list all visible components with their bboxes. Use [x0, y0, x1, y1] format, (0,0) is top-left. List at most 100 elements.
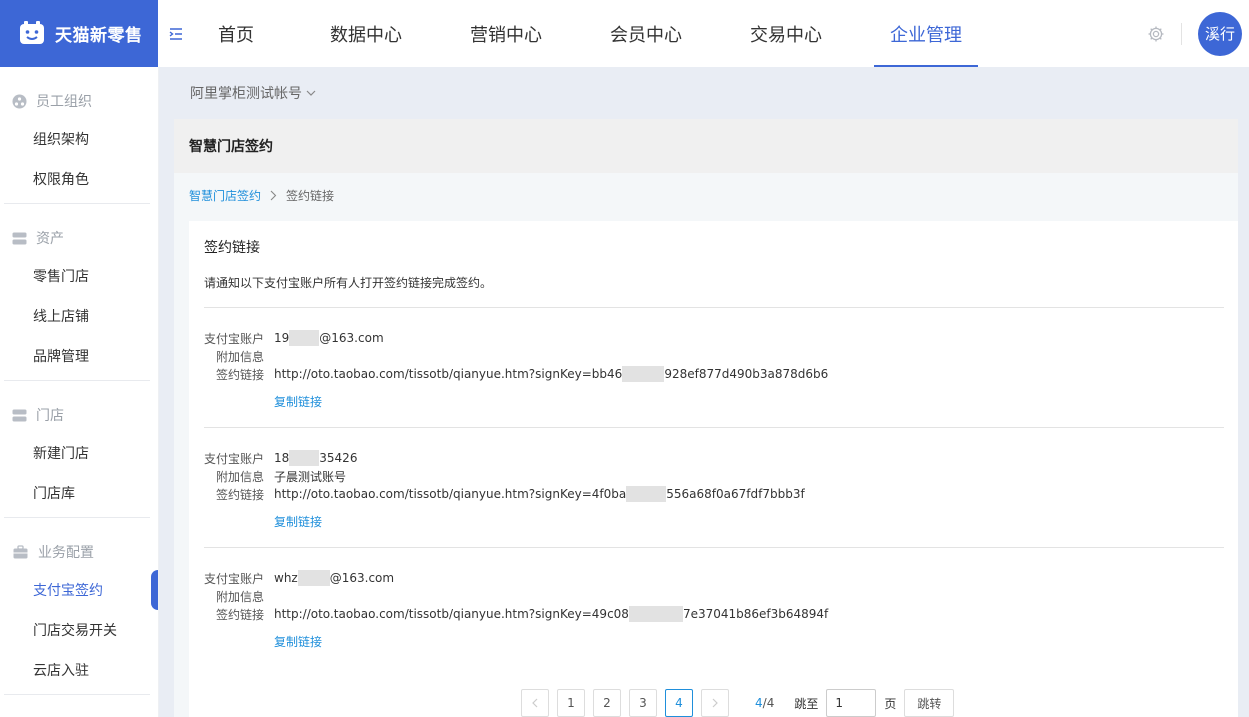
signing-record: 支付宝账户 18 35426 附加信息 子晨测试账号 签约链接 http://ot… [204, 449, 1224, 530]
sign-link-value: http://oto.taobao.com/tissotb/qianyue.ht… [274, 606, 828, 622]
breadcrumb: 智慧门店签约 签约链接 [174, 173, 1238, 217]
brand-title: 天猫新零售 [55, 26, 143, 46]
chevron-right-icon [270, 190, 277, 200]
account-label: 支付宝账户 [204, 451, 265, 466]
sign-link-start: http://oto.taobao.com/tissotb/qianyue.ht… [274, 607, 629, 621]
sidebar-item-roles[interactable]: 权限角色 [0, 159, 158, 199]
nav-item-trade[interactable]: 交易中心 [734, 0, 838, 67]
divider [204, 307, 1224, 308]
account-label: 支付宝账户 [204, 571, 265, 586]
sign-link-end: 556a68f0a67fdf7bbb3f [666, 487, 805, 501]
sign-link-value: http://oto.taobao.com/tissotb/qianyue.ht… [274, 486, 805, 502]
jump-label: 跳至 [794, 696, 819, 711]
signing-links-panel: 签约链接 请通知以下支付宝账户所有人打开签约链接完成签约。 支付宝账户 19 @1… [189, 221, 1238, 717]
sidebar-group-staff: 员工组织 [0, 83, 158, 119]
account-value: 19 @163.com [274, 330, 384, 346]
extra-info-label: 附加信息 [215, 589, 264, 604]
top-right-tools: 溪行 [1147, 0, 1242, 67]
sidebar-group-label: 员工组织 [36, 94, 92, 110]
account-value-end: @163.com [319, 331, 384, 345]
chevron-right-icon [712, 698, 718, 708]
sidebar-item-cloud-store[interactable]: 云店入驻 [0, 650, 158, 690]
sidebar-item-alipay-signing[interactable]: 支付宝签约 [0, 570, 158, 610]
indent-icon [169, 27, 182, 40]
divider [204, 427, 1224, 428]
sidebar-divider [4, 380, 150, 381]
redacted-block [622, 366, 665, 382]
prev-page-button[interactable] [521, 689, 549, 717]
copy-link-button[interactable]: 复制链接 [274, 513, 322, 530]
sidebar-item-online-shops[interactable]: 线上店铺 [0, 296, 158, 336]
account-value-end: @163.com [329, 571, 395, 585]
sidebar-group-label: 业务配置 [38, 545, 94, 561]
store-icon [12, 409, 27, 421]
brand-logo[interactable]: 天猫新零售 [0, 0, 158, 67]
account-label: 支付宝账户 [204, 331, 265, 346]
chevron-left-icon [532, 698, 538, 708]
sidebar-divider [4, 203, 150, 204]
signing-card: 智慧门店签约 智慧门店签约 签约链接 签约链接 请通知以下支付宝账户所有人打开签… [174, 119, 1238, 717]
redacted-block [289, 330, 320, 346]
gear-icon[interactable] [1147, 25, 1165, 43]
sidebar-item-store-library[interactable]: 门店库 [0, 473, 158, 513]
breadcrumb-link[interactable]: 智慧门店签约 [189, 187, 261, 204]
account-switcher[interactable]: 阿里掌柜测试帐号 [190, 83, 316, 103]
org-icon [12, 94, 27, 108]
redacted-block [626, 486, 667, 502]
divider [204, 547, 1224, 548]
sidebar-group-label: 资产 [36, 231, 64, 247]
nav-item-home[interactable]: 首页 [198, 0, 274, 67]
redacted-block [289, 450, 320, 466]
menu-toggle-button[interactable] [162, 20, 190, 48]
sidebar-group-label: 门店 [36, 408, 64, 424]
sign-link-label: 签约链接 [215, 607, 264, 622]
redacted-block [297, 570, 330, 586]
user-avatar[interactable]: 溪行 [1198, 11, 1242, 56]
nav-item-marketing[interactable]: 营销中心 [454, 0, 558, 67]
page-button-2[interactable]: 2 [593, 689, 621, 717]
jump-button[interactable]: 跳转 [904, 689, 955, 717]
page-count: 4/4 [755, 696, 775, 710]
divider [1181, 22, 1182, 45]
panel-title: 签约链接 [204, 240, 260, 256]
card-title: 智慧门店签约 [174, 119, 1238, 173]
page-total: 4 [766, 696, 775, 710]
sign-link-end: 7e37041b86ef3b64894f [682, 607, 829, 621]
sign-link-start: http://oto.taobao.com/tissotb/qianyue.ht… [274, 487, 627, 501]
nav-item-data-center[interactable]: 数据中心 [314, 0, 418, 67]
sidebar-divider [4, 517, 150, 518]
nav-item-members[interactable]: 会员中心 [594, 0, 698, 67]
panel-description: 请通知以下支付宝账户所有人打开签约链接完成签约。 [204, 276, 493, 290]
nav-item-enterprise[interactable]: 企业管理 [874, 0, 978, 67]
sidebar-group-business-config: 业务配置 [0, 534, 158, 570]
sidebar-item-new-store[interactable]: 新建门店 [0, 433, 158, 473]
sign-link-value: http://oto.taobao.com/tissotb/qianyue.ht… [274, 366, 828, 382]
account-name: 阿里掌柜测试帐号 [190, 86, 302, 102]
redacted-block [628, 606, 683, 622]
sidebar-item-store-trade-switch[interactable]: 门店交易开关 [0, 610, 158, 650]
account-value-end: 35426 [319, 451, 358, 465]
sidebar-divider [4, 694, 150, 695]
page-current: 4 [755, 696, 763, 710]
page-button-3[interactable]: 3 [629, 689, 657, 717]
next-page-button[interactable] [701, 689, 729, 717]
account-value-start: 18 [274, 451, 290, 465]
sign-link-label: 签约链接 [215, 487, 264, 502]
extra-info-value: 子晨测试账号 [274, 469, 347, 484]
pagination: 1 2 3 4 4/4 跳至 页 跳转 [521, 689, 955, 717]
sidebar-item-retail-stores[interactable]: 零售门店 [0, 256, 158, 296]
page-button-1[interactable]: 1 [557, 689, 585, 717]
sign-link-label: 签约链接 [215, 367, 264, 382]
signing-record: 支付宝账户 19 @163.com 附加信息 签约链接 http://oto.ta… [204, 329, 1224, 410]
extra-info-label: 附加信息 [215, 469, 264, 484]
sidebar-item-brands[interactable]: 品牌管理 [0, 336, 158, 376]
sidebar-item-org-structure[interactable]: 组织架构 [0, 119, 158, 159]
copy-link-button[interactable]: 复制链接 [274, 633, 322, 650]
account-value-start: whz [274, 571, 298, 585]
top-bar: 天猫新零售 首页 数据中心 营销中心 会员中心 交易中心 企业管理 溪行 [0, 0, 1249, 67]
page-button-4[interactable]: 4 [665, 689, 693, 717]
copy-link-button[interactable]: 复制链接 [274, 393, 322, 410]
briefcase-icon [13, 544, 28, 558]
jump-page-input[interactable] [826, 689, 877, 717]
main-nav: 首页 数据中心 营销中心 会员中心 交易中心 企业管理 [198, 0, 1014, 67]
